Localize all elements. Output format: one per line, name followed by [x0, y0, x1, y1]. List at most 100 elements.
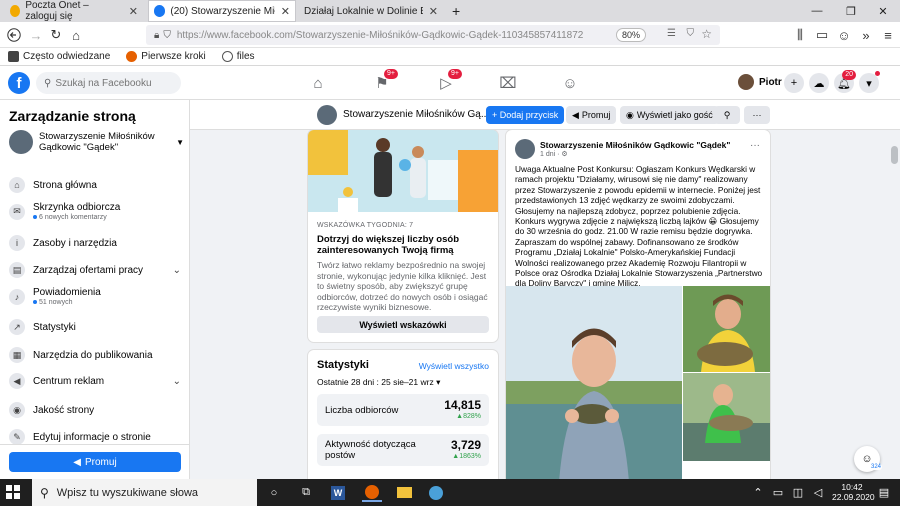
network-icon[interactable]: ◫: [788, 483, 808, 502]
statistics-card: Statystyki Wyświetl wszystko Ostatnie 28…: [308, 350, 498, 490]
back-icon[interactable]: [4, 26, 24, 44]
sidebar-item-edit-info[interactable]: ✎ Edytuj informacje o stronie: [9, 429, 181, 445]
account-icon[interactable]: ☺: [834, 26, 854, 44]
page-switcher[interactable]: Stowarzyszenie Miłośników Gądkowic "Gąde…: [9, 128, 184, 156]
more-dots-icon[interactable]: ···: [750, 140, 760, 151]
close-tab-icon[interactable]: ✕: [275, 5, 290, 18]
page-name[interactable]: Stowarzyszenie Miłośników Gą...: [343, 109, 489, 120]
view-as-visitor-button[interactable]: ◉ Wyświetl jako gość: [620, 106, 719, 124]
notifications-bell-icon[interactable]: 🔔︎ 20: [834, 70, 856, 93]
close-tab-icon[interactable]: ✕: [423, 5, 438, 18]
stat-post-engagement[interactable]: Aktywność dotycząca postów 3,729 ▲1863%: [317, 434, 489, 466]
video-badge: 9+: [448, 69, 462, 79]
flag-badge: 9+: [384, 69, 398, 79]
sidebar-icon[interactable]: ▭: [812, 26, 832, 44]
tray-up-icon[interactable]: ⌃: [748, 483, 768, 502]
sidebar-title: Zarządzanie stroną: [9, 108, 136, 124]
facebook-favicon-icon: [154, 5, 166, 17]
sidebar-item-jobs[interactable]: ▤ Zarządzaj ofertami pracy ⌄: [9, 262, 181, 278]
eye-icon: ◉: [626, 109, 634, 120]
post-author[interactable]: Stowarzyszenie Miłośników Gądkowic "Gąde…: [540, 140, 730, 150]
sidebar-item-home[interactable]: ⌂ Strona główna: [9, 177, 181, 193]
stats-see-all-link[interactable]: Wyświetl wszystko: [419, 361, 489, 371]
promote-header-button[interactable]: ◀ Promuj: [566, 106, 617, 124]
tab-poczta-onet[interactable]: Poczta Onet – zaloguj się ✕: [4, 0, 144, 22]
overflow-icon[interactable]: »: [856, 26, 876, 44]
search-input[interactable]: [55, 77, 166, 89]
zoom-level[interactable]: 80%: [615, 28, 646, 42]
bookmark-czesto-odwiedzane[interactable]: Często odwiedzane: [8, 51, 110, 62]
post-time[interactable]: 1 dni · ⚙: [540, 150, 568, 158]
chat-bubble[interactable]: ☺ 324: [854, 446, 882, 472]
bell-icon: ♪: [9, 288, 25, 305]
page-scrollbar[interactable]: [889, 130, 900, 479]
flag-nav-icon[interactable]: ⚑ 9+: [368, 69, 398, 94]
more-dots-icon: ···: [752, 110, 762, 120]
video-nav-icon[interactable]: ▷ 9+: [432, 69, 462, 94]
scrollbar-thumb[interactable]: [891, 146, 898, 164]
add-button-button[interactable]: + Dodaj przycisk: [486, 106, 565, 124]
cortana-circle-icon[interactable]: ○: [264, 483, 284, 502]
word-icon[interactable]: W: [328, 483, 348, 502]
sidebar-item-resources[interactable]: i Zasoby i narzędzia: [9, 235, 181, 251]
search-page-button[interactable]: ⚲: [714, 106, 740, 124]
home-nav-icon[interactable]: ⌂: [304, 72, 332, 94]
facebook-logo-icon[interactable]: f: [8, 72, 30, 94]
url-bar[interactable]: 🔒︎ ⛉ https://www.facebook.com/Stowarzysz…: [146, 25, 720, 45]
battery-icon[interactable]: ▭: [768, 483, 788, 502]
account-menu-chevron-icon[interactable]: ▾: [859, 71, 880, 93]
create-plus-icon[interactable]: +: [784, 73, 804, 93]
maximize-icon[interactable]: ❐: [834, 0, 868, 22]
windows-taskbar: ⚲ Wpisz tu wyszukiwane słowa ○ ⧉ W ⌃ ▭ ◫…: [0, 479, 900, 506]
close-window-icon[interactable]: ✕: [866, 0, 900, 22]
home-icon[interactable]: ⌂: [66, 26, 86, 44]
more-options-button[interactable]: ···: [744, 106, 770, 124]
sidebar-item-publishing-tools[interactable]: ▦ Narzędzia do publikowania: [9, 347, 181, 363]
reader-icon[interactable]: ☰: [667, 28, 676, 39]
post-photo-2[interactable]: [683, 286, 770, 372]
sidebar-item-notifications[interactable]: ♪ Powiadomienia 51 nowych: [9, 287, 181, 306]
post-photo-main[interactable]: [506, 286, 682, 490]
library-icon[interactable]: ⫼: [790, 26, 810, 44]
volume-icon[interactable]: ◁: [808, 483, 828, 502]
facebook-search[interactable]: ⚲: [36, 72, 181, 94]
stats-date-range[interactable]: Ostatnie 28 dni : 25 sie–21 wrz ▾: [317, 377, 440, 388]
sidebar-item-page-quality[interactable]: ◉ Jakość strony: [9, 402, 181, 418]
promote-button[interactable]: ◀ Promuj: [9, 452, 181, 472]
bookmark-files[interactable]: files: [221, 51, 255, 62]
hamburger-menu-icon[interactable]: ≡: [878, 26, 898, 44]
stats-title: Statystyki: [317, 359, 369, 371]
sidebar-item-inbox[interactable]: ✉ Skrzynka odbiorcza 6 nowych komentarzy: [9, 202, 181, 221]
tracking-shield-icon[interactable]: ⛉: [163, 30, 171, 41]
firefox-taskbar-icon[interactable]: [362, 483, 382, 502]
marketplace-nav-icon[interactable]: ⌧: [494, 72, 522, 94]
sidebar-item-ad-center[interactable]: ◀ Centrum reklam ⌄: [9, 373, 181, 389]
taskbar-clock[interactable]: 10:42 22.09.2020: [832, 482, 875, 502]
post-photo-3[interactable]: [683, 373, 770, 461]
view-tips-button[interactable]: Wyświetl wskazówki: [317, 316, 489, 333]
forward-icon[interactable]: →: [26, 26, 46, 44]
messenger-icon[interactable]: ☁: [809, 73, 829, 93]
taskbar-search[interactable]: ⚲ Wpisz tu wyszukiwane słowa: [32, 479, 257, 506]
bookmark-pierwsze-kroki[interactable]: Pierwsze kroki: [126, 51, 206, 62]
pocket-icon[interactable]: ⛉: [687, 28, 695, 39]
file-explorer-icon[interactable]: [394, 483, 414, 502]
post-author-avatar[interactable]: [515, 139, 535, 159]
tab-facebook-active[interactable]: (20) Stowarzyszenie Miłośników ✕: [148, 0, 296, 22]
tab-dzialaj-lokalnie[interactable]: Działaj Lokalnie w Dolinie Baryczy ✕: [298, 0, 444, 22]
profile-link[interactable]: Piotr: [738, 74, 782, 90]
bookmark-star-icon[interactable]: ☆: [701, 27, 712, 41]
minimize-icon[interactable]: —: [800, 0, 834, 22]
groups-nav-icon[interactable]: ☺: [556, 72, 584, 94]
firefox-icon: [126, 51, 138, 62]
globe-icon: [221, 51, 233, 62]
action-center-icon[interactable]: ▤: [874, 483, 894, 502]
close-tab-icon[interactable]: ✕: [123, 5, 138, 18]
windows-start-icon[interactable]: [6, 485, 20, 499]
reload-icon[interactable]: ↻: [46, 26, 66, 44]
app-icon[interactable]: [426, 483, 446, 502]
new-tab-button[interactable]: +: [446, 0, 466, 22]
task-view-icon[interactable]: ⧉: [296, 483, 316, 502]
stat-audience[interactable]: Liczba odbiorców 14,815 ▲828%: [317, 394, 489, 426]
sidebar-item-insights[interactable]: ↗ Statystyki: [9, 319, 181, 335]
